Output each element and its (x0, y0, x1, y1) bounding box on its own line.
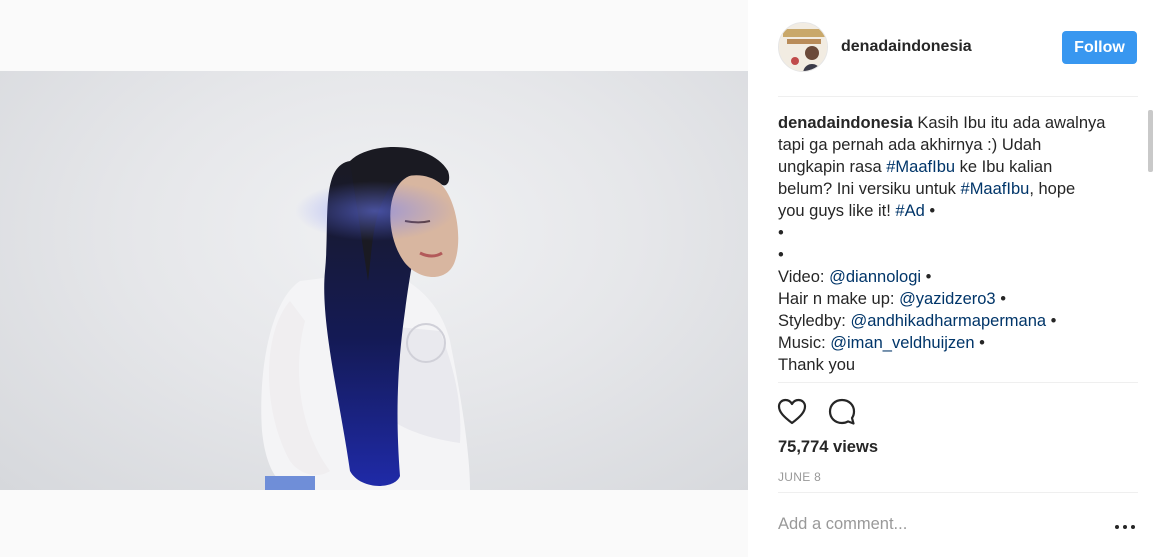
caption-text: • (778, 224, 784, 242)
caption-text: belum? Ini versiku untuk (778, 180, 961, 198)
profile-avatar[interactable] (778, 22, 828, 72)
caption-text: • (1046, 312, 1057, 330)
caption-line: ungkapin rasa #MaafIbu ke Ibu kalian (778, 156, 1118, 178)
caption-line: Music: @iman_veldhuijzen • (778, 332, 1118, 354)
hashtag-link[interactable]: #MaafIbu (961, 180, 1030, 198)
dot (1131, 525, 1135, 529)
heart-icon[interactable] (776, 396, 808, 428)
post-info-panel: denadaindonesia Follow denadaindonesia K… (748, 0, 1153, 557)
divider (778, 492, 1138, 493)
caption-text: Thank you (778, 356, 856, 374)
caption-line: you guys like it! #Ad • (778, 200, 1118, 222)
caption-text: Video: (778, 268, 830, 286)
caption-line: denadaindonesia Kasih Ibu itu ada awalny… (778, 112, 1118, 134)
post-header: denadaindonesia Follow (748, 0, 1153, 96)
caption-text: • (995, 290, 1006, 308)
post-caption: denadaindonesia Kasih Ibu itu ada awalny… (778, 112, 1118, 376)
caption-line: Thank you (778, 354, 1118, 376)
caption-line: Styledby: @andhikadharmapermana • (778, 310, 1118, 332)
caption-text: , hope (1029, 180, 1076, 198)
caption-text: ke Ibu kalian (955, 158, 1053, 176)
caption-text: Styledby: (778, 312, 851, 330)
caption-text: Kasih Ibu itu ada awalnya (917, 114, 1106, 132)
caption-line: Hair n make up: @yazidzero3 • (778, 288, 1118, 310)
comment-icon[interactable] (826, 396, 858, 428)
caption-text: tapi ga pernah ada akhirnya :) Udah (778, 136, 1042, 154)
post-video[interactable] (0, 71, 748, 490)
dot (1115, 525, 1119, 529)
caption-line: • (778, 244, 1118, 266)
follow-button[interactable]: Follow (1062, 31, 1137, 64)
divider (778, 382, 1138, 383)
caption-text: • (924, 202, 936, 220)
media-area (0, 0, 748, 557)
view-count: 75,774 views (778, 438, 878, 456)
post-date[interactable]: JUNE 8 (778, 470, 821, 484)
caption-text: you guys like it! (778, 202, 896, 220)
mention-link[interactable]: @yazidzero3 (899, 290, 996, 308)
caption-text: Music: (778, 334, 831, 352)
video-frame-image (261, 147, 470, 490)
hashtag-link[interactable]: #MaafIbu (886, 158, 955, 176)
caption-text: • (778, 246, 784, 264)
caption-line: belum? Ini versiku untuk #MaafIbu, hope (778, 178, 1118, 200)
mention-link[interactable]: @iman_veldhuijzen (830, 334, 974, 352)
hashtag-link[interactable]: #Ad (895, 202, 924, 220)
mention-link[interactable]: @andhikadharmapermana (850, 312, 1046, 330)
caption-text: ungkapin rasa (778, 158, 887, 176)
caption-text: • (921, 268, 932, 286)
avatar-image (779, 23, 827, 71)
caption-scrollbar[interactable] (1148, 110, 1153, 172)
caption-line: • (778, 222, 1118, 244)
caption-username[interactable]: denadaindonesia (778, 114, 913, 132)
caption-line: Video: @diannologi • (778, 266, 1118, 288)
mention-link[interactable]: @diannologi (829, 268, 921, 286)
caption-text: Hair n make up: (778, 290, 900, 308)
comment-input[interactable]: Add a comment... (778, 515, 1098, 534)
divider (778, 96, 1138, 97)
more-options-icon[interactable] (1114, 518, 1136, 534)
dot (1123, 525, 1127, 529)
instagram-post-page: denadaindonesia Follow denadaindonesia K… (0, 0, 1153, 557)
post-username[interactable]: denadaindonesia (841, 38, 972, 56)
caption-line: tapi ga pernah ada akhirnya :) Udah (778, 134, 1118, 156)
caption-text: • (974, 334, 985, 352)
